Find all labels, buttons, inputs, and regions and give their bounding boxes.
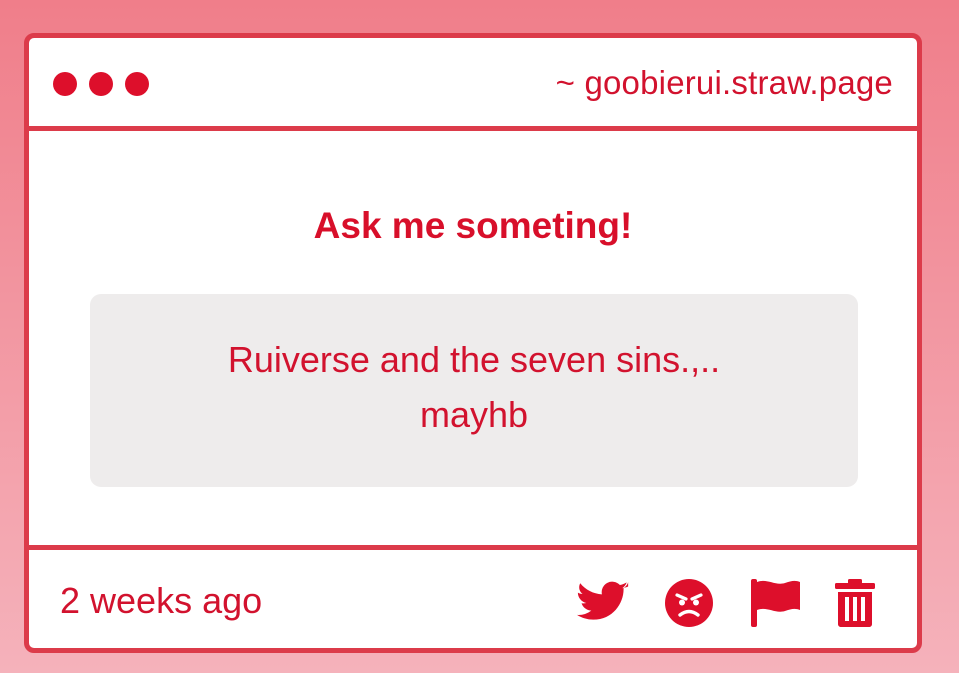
angry-reaction-button[interactable] — [663, 578, 715, 628]
flag-icon — [751, 579, 800, 627]
timestamp: 2 weeks ago — [60, 580, 263, 621]
message-line: mayhb — [419, 394, 529, 435]
angry-face-icon — [665, 579, 713, 627]
page-title: Ask me someting! — [313, 205, 633, 246]
question-message-box: Ruiverse and the seven sins.,.. mayhb — [90, 294, 858, 487]
action-bar — [577, 578, 877, 628]
trash-icon — [835, 579, 875, 627]
card-footer: 2 weeks ago — [29, 545, 917, 648]
window-dot-icon — [53, 72, 77, 96]
share-twitter-button[interactable] — [577, 581, 629, 625]
window-dot-icon — [125, 72, 149, 96]
site-url-link[interactable]: ~ goobierui.straw.page — [556, 64, 893, 102]
delete-button[interactable] — [833, 578, 877, 628]
card-header: ~ goobierui.straw.page — [29, 38, 917, 131]
twitter-icon — [577, 581, 629, 620]
window-dot-icon — [89, 72, 113, 96]
message-line: Ruiverse and the seven sins.,.. — [227, 339, 721, 380]
window-dots — [53, 72, 149, 96]
card-body: Ask me someting! Ruiverse and the seven … — [29, 131, 917, 545]
report-flag-button[interactable] — [749, 577, 801, 629]
ask-card: ~ goobierui.straw.page Ask me someting! … — [24, 33, 922, 653]
